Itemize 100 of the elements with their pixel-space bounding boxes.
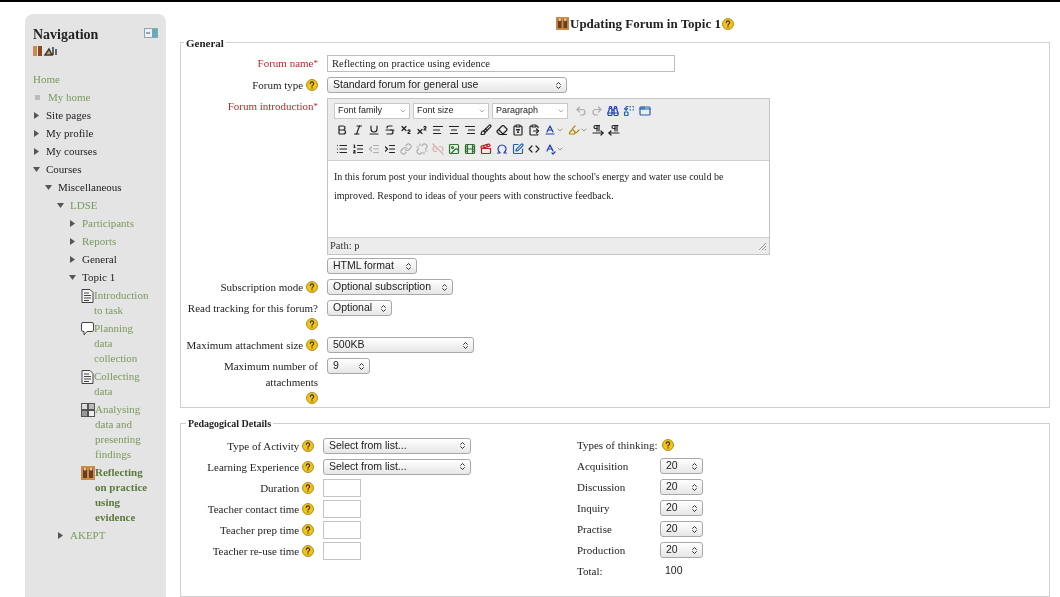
find-icon xyxy=(607,105,619,117)
field-label: Forum name xyxy=(257,56,314,71)
collapsed-triangle-icon[interactable] xyxy=(69,219,76,227)
text-field[interactable] xyxy=(323,520,361,539)
expanded-triangle-icon[interactable] xyxy=(69,273,76,281)
help-icon[interactable] xyxy=(302,502,314,515)
replace-icon xyxy=(623,105,635,117)
italic-icon xyxy=(352,124,364,136)
figures-icon xyxy=(556,17,569,31)
field-label: Maximum number of attachments xyxy=(222,359,318,390)
select-dropdown[interactable]: 20 xyxy=(660,479,703,495)
underline-icon xyxy=(368,124,380,136)
collapsed-triangle-icon[interactable] xyxy=(33,129,40,137)
select-dropdown[interactable]: Select from list... xyxy=(323,437,471,454)
toolbar-dropdown[interactable]: Font family xyxy=(334,103,410,119)
updown-arrows-icon xyxy=(690,503,699,513)
field-label: Discussion xyxy=(577,479,627,495)
resize-grip-icon[interactable] xyxy=(758,241,767,251)
help-icon[interactable] xyxy=(302,481,314,494)
section-legend: Pedagogical Details xyxy=(186,415,274,431)
fullscreen-icon xyxy=(639,105,651,117)
paste-text-tool-button[interactable] xyxy=(510,121,526,139)
nav-link[interactable]: Site pages xyxy=(46,107,91,123)
help-icon[interactable] xyxy=(302,460,314,473)
select-dropdown[interactable]: HTML format xyxy=(327,258,417,274)
select-dropdown[interactable]: 20 xyxy=(660,500,703,516)
select-dropdown[interactable]: 20 xyxy=(660,458,703,474)
document-icon xyxy=(81,288,94,303)
select-dropdown[interactable]: Optional xyxy=(327,300,392,316)
select-dropdown[interactable]: 9 xyxy=(327,358,370,374)
expanded-triangle-icon[interactable] xyxy=(33,165,40,173)
nav-link[interactable]: Reflecting on practice using evidence xyxy=(95,464,158,525)
field-label: Inquiry xyxy=(577,500,611,516)
select-dropdown[interactable]: Optional subscription xyxy=(327,279,453,295)
collapsed-triangle-icon[interactable] xyxy=(69,255,76,263)
help-icon[interactable] xyxy=(302,439,314,452)
collapsed-triangle-icon[interactable] xyxy=(33,111,40,119)
undo-icon xyxy=(575,105,587,117)
help-icon[interactable] xyxy=(302,544,314,557)
help-icon[interactable] xyxy=(661,439,674,451)
help-icon[interactable] xyxy=(722,17,734,30)
figures-icon xyxy=(33,46,59,56)
help-icon[interactable] xyxy=(306,281,318,293)
field-label: Subscription mode xyxy=(220,280,304,295)
outdent-icon xyxy=(368,143,380,155)
text-field[interactable] xyxy=(323,541,361,560)
help-icon[interactable] xyxy=(306,392,318,404)
embed-media-icon xyxy=(480,143,492,155)
right-to-left-icon xyxy=(608,124,620,136)
editor-text: In this forum post your individual thoughts about how the school's energy and water use could be improved. Respond to ideas of your peers with constructive feedback. xyxy=(334,170,725,203)
bold-icon xyxy=(336,124,348,136)
eraser-icon xyxy=(496,124,508,136)
nav-link[interactable]: My profile xyxy=(46,125,94,141)
field-label: Read tracking for this forum? xyxy=(187,301,318,316)
field-label: Teacher re-use time xyxy=(212,543,300,559)
collapsed-triangle-icon[interactable] xyxy=(33,147,40,155)
caret-icon xyxy=(557,107,565,115)
highlight-color-icon xyxy=(568,124,580,136)
select-dropdown[interactable]: Standard forum for general use xyxy=(327,77,567,93)
toolbar-dropdown[interactable]: Paragraph xyxy=(492,103,568,119)
text-field[interactable] xyxy=(323,499,361,518)
field-label: Practise xyxy=(577,521,613,537)
collapsed-triangle-icon[interactable] xyxy=(69,237,76,245)
paste-word-tool-button[interactable] xyxy=(526,121,542,139)
media-icon xyxy=(464,143,476,155)
help-icon[interactable] xyxy=(302,523,314,536)
strikethrough-icon xyxy=(384,124,396,136)
help-icon[interactable] xyxy=(306,79,318,91)
text-field[interactable] xyxy=(323,478,361,497)
select-dropdown[interactable]: 20 xyxy=(660,521,703,537)
field-label: Learning Experience xyxy=(207,459,300,475)
help-icon[interactable] xyxy=(306,318,318,330)
nav-link[interactable]: My courses xyxy=(46,143,98,159)
updown-arrows-icon xyxy=(357,361,366,371)
collapsed-triangle-icon[interactable] xyxy=(57,531,64,539)
expanded-triangle-icon[interactable] xyxy=(45,183,52,191)
expanded-triangle-icon[interactable] xyxy=(57,201,64,209)
help-icon[interactable] xyxy=(306,339,318,351)
bullet-list-icon xyxy=(336,143,348,155)
toolbar-dropdown[interactable]: Font size xyxy=(413,103,489,119)
select-dropdown[interactable]: 500KB xyxy=(327,337,474,353)
html-source-icon xyxy=(528,143,540,155)
redo-icon xyxy=(591,105,603,117)
speech-bubble-icon xyxy=(81,321,94,336)
group-label: Types of thinking: xyxy=(577,437,658,453)
block-title: Navigation xyxy=(33,26,99,44)
paste-text-icon xyxy=(512,124,524,136)
field-label: Forum introduction xyxy=(227,99,314,114)
nav-link[interactable]: General xyxy=(82,251,117,267)
nav-link[interactable]: Courses xyxy=(46,161,82,177)
field-label: Duration xyxy=(260,480,300,496)
nav-link[interactable]: Miscellaneous xyxy=(58,179,122,195)
updown-arrows-icon xyxy=(690,482,699,492)
field-label: Maximum attachment size xyxy=(186,338,304,353)
text-field[interactable]: Reflecting on practice using evidence xyxy=(327,55,675,72)
select-dropdown[interactable]: 20 xyxy=(660,542,703,558)
nav-link[interactable]: Topic 1 xyxy=(82,269,116,285)
select-dropdown[interactable]: Select from list... xyxy=(323,458,471,475)
editor-text-area[interactable]: In this forum post your individual thoughts about how the school's energy and water use could be improved. Respond to ideas of your peers with constructive feedback. xyxy=(328,160,769,238)
caret-icon xyxy=(478,107,486,115)
